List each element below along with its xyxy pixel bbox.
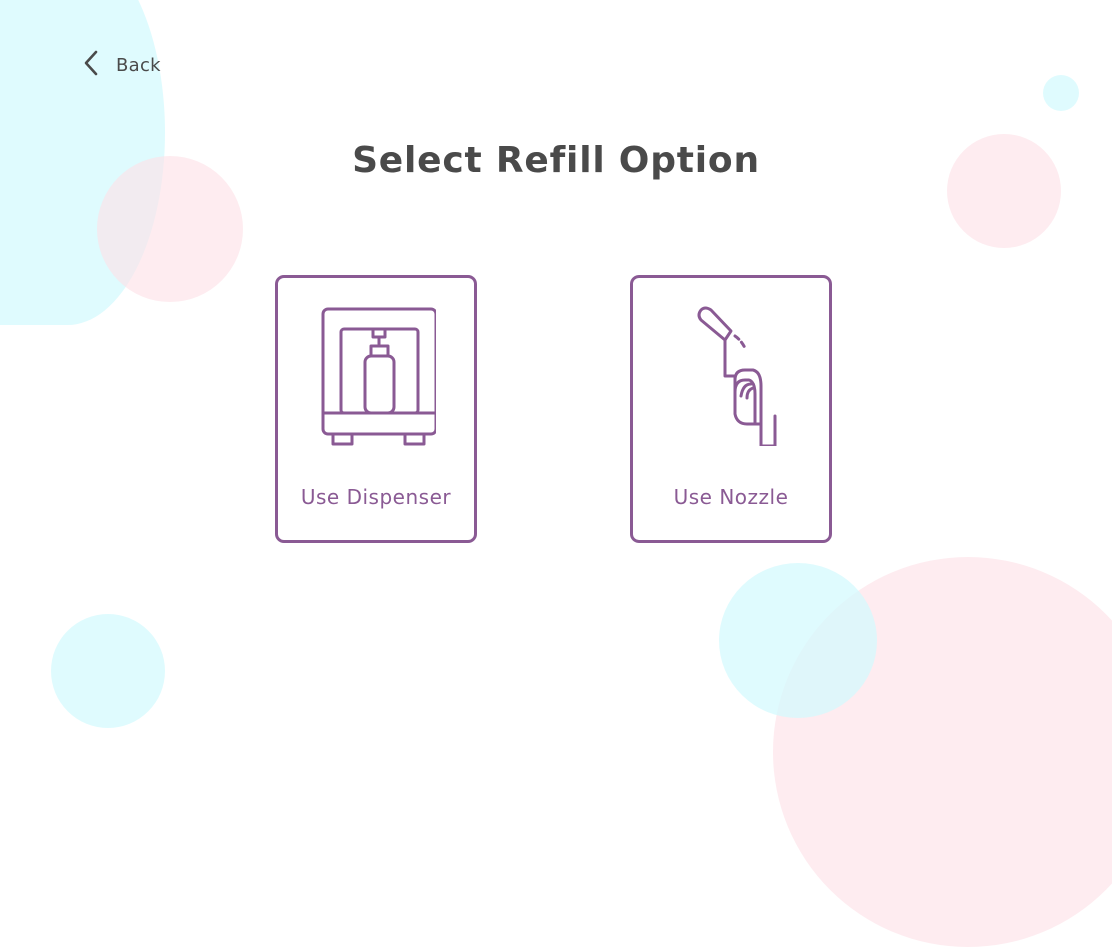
- use-nozzle-label: Use Nozzle: [673, 485, 789, 509]
- back-button[interactable]: Back: [80, 50, 161, 80]
- use-dispenser-card[interactable]: Use Dispenser: [275, 275, 477, 543]
- background-bubble: [51, 614, 165, 728]
- back-label: Back: [116, 54, 161, 76]
- use-nozzle-card[interactable]: Use Nozzle: [630, 275, 832, 543]
- chevron-left-icon: [80, 48, 102, 82]
- nozzle-icon: [671, 296, 791, 450]
- page-title: Select Refill Option: [352, 140, 760, 181]
- background-bubble: [719, 563, 877, 718]
- background-bubble: [1043, 75, 1079, 111]
- use-dispenser-label: Use Dispenser: [300, 485, 452, 509]
- dispenser-icon: [316, 296, 438, 450]
